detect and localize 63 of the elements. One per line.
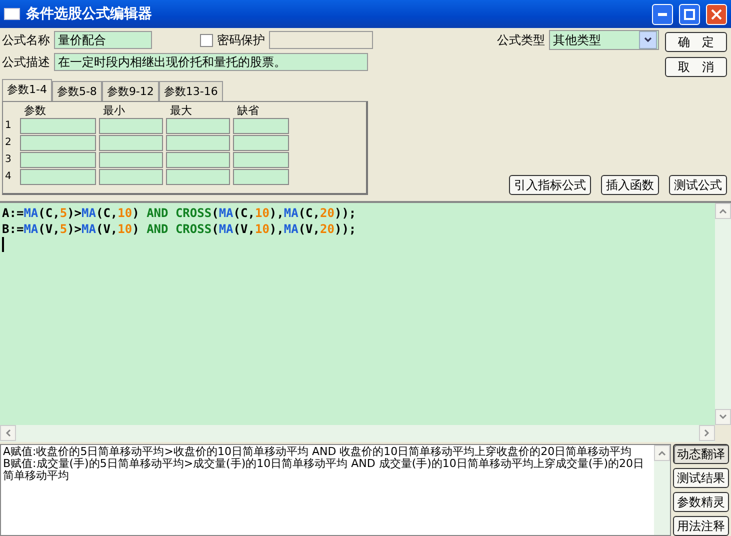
- tool-button[interactable]: 引入指标公式: [509, 175, 591, 195]
- dialog-button[interactable]: 取 消: [665, 57, 727, 77]
- param-input[interactable]: [166, 118, 230, 134]
- dialog-button[interactable]: 确 定: [665, 32, 727, 52]
- side-button[interactable]: 动态翻译: [673, 444, 729, 464]
- translation-text: B赋值:成交量(手)的5日简单移动平均>成交量(手)的10日简单移动平均 AND 成交量(手)的10日简单移动平均上穿成交量(手)的20日简单移动平均: [3, 458, 646, 482]
- row-number: 3: [5, 154, 12, 166]
- tool-button[interactable]: 测试公式: [669, 175, 727, 195]
- horizontal-scrollbar[interactable]: [0, 425, 715, 442]
- text-cursor: [2, 237, 4, 252]
- minimize-icon: [658, 12, 667, 16]
- param-input[interactable]: [99, 152, 163, 168]
- tab[interactable]: 参数1-4: [2, 79, 52, 101]
- column-header: 参数: [23, 104, 47, 117]
- chevron-down-icon: [644, 37, 652, 43]
- name-field[interactable]: 量价配合: [54, 31, 152, 49]
- row-number: 1: [5, 120, 12, 132]
- window-title: 条件选股公式编辑器: [26, 5, 153, 23]
- param-input[interactable]: [20, 118, 96, 134]
- field-label: 公式描述: [2, 54, 50, 70]
- field-label: 公式类型: [497, 32, 545, 48]
- param-input[interactable]: [99, 118, 163, 134]
- maximize-icon: [684, 8, 695, 20]
- password-checkbox[interactable]: [200, 34, 213, 46]
- param-input[interactable]: [99, 135, 163, 151]
- column-header: 最小: [102, 104, 126, 117]
- param-input[interactable]: [233, 135, 289, 151]
- code-line: A:=MA(C,5)>MA(C,10) AND CROSS(MA(C,10),MA(C,20));: [2, 205, 358, 221]
- param-input[interactable]: [166, 169, 230, 185]
- field-label: 公式名称: [2, 32, 50, 48]
- tab[interactable]: 参数13-16: [158, 81, 223, 101]
- type-dropdown[interactable]: 其他类型: [549, 30, 659, 50]
- param-input[interactable]: [166, 135, 230, 151]
- code-line: B:=MA(V,5)>MA(V,10) AND CROSS(MA(V,10),MA(V,20));: [2, 221, 358, 237]
- vertical-scrollbar[interactable]: [654, 445, 670, 535]
- description-field[interactable]: 在一定时段内相继出现价托和量托的股票。: [54, 53, 368, 71]
- param-input[interactable]: [233, 118, 289, 134]
- row-number: 2: [5, 137, 12, 149]
- side-button[interactable]: 用法注释: [673, 516, 729, 536]
- param-input[interactable]: [233, 152, 289, 168]
- translation-text: A赋值:收盘价的5日简单移动平均>收盘价的10日简单移动平均 AND 收盘价的10日简单移动平均上穿收盘价的20日简单移动平均: [3, 446, 633, 458]
- param-input[interactable]: [166, 152, 230, 168]
- maximize-button[interactable]: [679, 4, 700, 24]
- side-button[interactable]: 测试结果: [673, 468, 729, 488]
- close-icon: [711, 8, 722, 20]
- param-input[interactable]: [99, 169, 163, 185]
- vertical-scrollbar[interactable]: [715, 203, 731, 425]
- column-header: 缺省: [236, 104, 260, 117]
- column-header: 最大: [169, 104, 193, 117]
- row-number: 4: [5, 171, 12, 183]
- param-input[interactable]: [233, 169, 289, 185]
- close-button[interactable]: [706, 4, 727, 24]
- window-icon: [4, 8, 20, 20]
- tool-button[interactable]: 插入函数: [601, 175, 659, 195]
- param-input[interactable]: [20, 135, 96, 151]
- password-field[interactable]: [269, 31, 373, 49]
- tab[interactable]: 参数9-12: [102, 81, 159, 101]
- side-button[interactable]: 参数精灵: [673, 492, 729, 512]
- param-input[interactable]: [20, 152, 96, 168]
- minimize-button[interactable]: [652, 4, 673, 24]
- param-input[interactable]: [20, 169, 96, 185]
- tab[interactable]: 参数5-8: [52, 81, 102, 101]
- checkbox-label: 密码保护: [217, 32, 265, 48]
